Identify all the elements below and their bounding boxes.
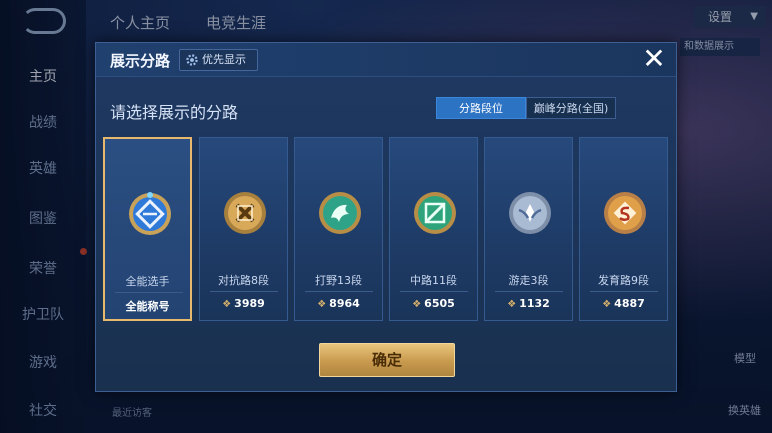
dialog-subtitle: 请选择展示的分路	[110, 103, 239, 122]
wing-icon: ❖	[412, 299, 422, 310]
card-divider	[495, 291, 563, 292]
card-divider	[305, 291, 373, 292]
lane-cards: 全能选手 全能称号 对抗路8段 ❖ 3989 打野13段 ❖ 8964 中路11…	[103, 137, 671, 323]
card-value: ❖ 6505	[390, 297, 477, 310]
wing-icon: ❖	[317, 299, 327, 310]
lane-card-roam[interactable]: 游走3段 ❖ 1132	[484, 137, 573, 321]
card-divider	[590, 291, 658, 292]
dialog-title: 展示分路	[110, 52, 171, 70]
card-value: 全能称号	[105, 298, 190, 314]
card-value: ❖ 8964	[295, 297, 382, 310]
card-value-text: 6505	[424, 297, 455, 310]
tab-lane-rank[interactable]: 分路段位	[436, 97, 526, 119]
lane-card-all-round[interactable]: 全能选手 全能称号	[103, 137, 192, 321]
confirm-button[interactable]: 确定	[319, 343, 455, 377]
lane-display-dialog: 展示分路 优先显示 ✕ 请选择展示的分路 分路段位 巅峰分路(全国) 全能选手	[95, 42, 677, 392]
card-value-text: 3989	[234, 297, 265, 310]
card-value: ❖ 4887	[580, 297, 667, 310]
priority-display-button[interactable]: 优先显示	[179, 49, 258, 71]
lane-card-farm[interactable]: 发育路9段 ❖ 4887	[579, 137, 668, 321]
card-value: ❖ 3989	[200, 297, 287, 310]
wing-icon: ❖	[222, 299, 232, 310]
card-value-text: 4887	[614, 297, 645, 310]
tab-peak-lane[interactable]: 巅峰分路(全国)	[526, 97, 616, 119]
clash-lane-badge-icon	[224, 192, 266, 234]
card-divider	[400, 291, 468, 292]
jungle-badge-icon	[319, 192, 361, 234]
card-name: 打野13段	[315, 274, 362, 287]
lane-card-jungle[interactable]: 打野13段 ❖ 8964	[294, 137, 383, 321]
roam-badge-icon	[509, 192, 551, 234]
mid-lane-badge-icon	[414, 192, 456, 234]
card-name: 发育路9段	[598, 274, 649, 287]
card-value-text: 1132	[519, 297, 550, 310]
card-name: 游走3段	[508, 274, 549, 287]
priority-display-label: 优先显示	[202, 53, 246, 66]
lane-card-clash[interactable]: 对抗路8段 ❖ 3989	[199, 137, 288, 321]
card-value-text: 全能称号	[125, 300, 170, 313]
wing-icon: ❖	[507, 299, 517, 310]
gear-icon	[186, 54, 198, 66]
card-divider	[210, 291, 278, 292]
all-round-badge-icon	[129, 192, 171, 235]
lane-card-mid[interactable]: 中路11段 ❖ 6505	[389, 137, 478, 321]
lane-mode-toggle: 分路段位 巅峰分路(全国)	[436, 97, 616, 119]
close-icon[interactable]: ✕	[640, 45, 668, 74]
card-name: 全能选手	[125, 275, 170, 288]
farm-lane-badge-icon	[604, 192, 646, 234]
card-name: 中路11段	[410, 274, 457, 287]
card-value-text: 8964	[329, 297, 360, 310]
card-value: ❖ 1132	[485, 297, 572, 310]
dialog-header: 展示分路 优先显示 ✕	[96, 43, 676, 77]
card-name: 对抗路8段	[218, 274, 269, 287]
card-divider	[115, 292, 183, 293]
wing-icon: ❖	[602, 299, 612, 310]
